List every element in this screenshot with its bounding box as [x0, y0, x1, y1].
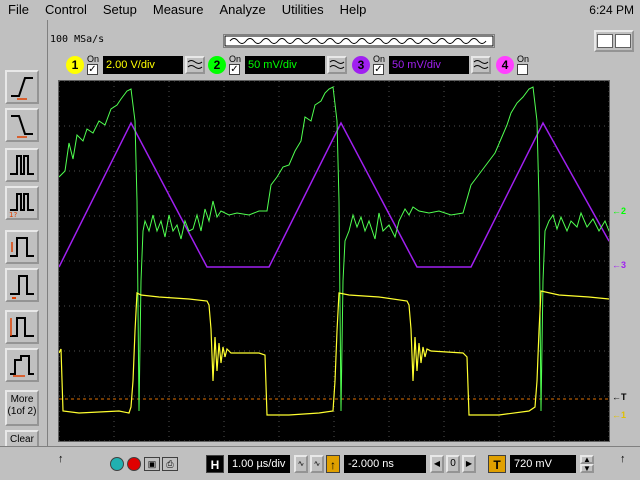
camera-icon[interactable]: ▣ — [144, 457, 160, 471]
delay-zero-button[interactable]: 0 — [446, 455, 460, 473]
trigger-panel: 1? More (1of 2) Clear All — [0, 20, 48, 466]
channel-3-on-label: On — [373, 54, 386, 64]
delay-value[interactable]: -2.000 ns — [344, 455, 426, 473]
trigger-up-icon[interactable]: ▲ — [580, 455, 594, 464]
setup-hold-icon[interactable] — [5, 310, 39, 344]
delay-reference-icon[interactable]: ↑ — [326, 455, 340, 473]
menu-control[interactable]: Control — [37, 0, 95, 20]
stop-icon — [615, 34, 631, 48]
trigger-label[interactable]: T — [488, 455, 506, 473]
more-button[interactable]: More (1of 2) — [5, 390, 39, 426]
channel-3-on-group: On ✓ — [373, 55, 387, 75]
channel-1-badge[interactable]: 1 — [66, 56, 84, 74]
trigger-level-marker[interactable]: ←T — [612, 392, 627, 402]
channel-2-marker[interactable]: ←2 — [612, 206, 626, 216]
channel-1-on-checkbox[interactable]: ✓ — [87, 64, 98, 75]
channel-3-scale[interactable]: 50 mV/div — [389, 56, 469, 74]
horizontal-label[interactable]: H — [206, 455, 224, 473]
pattern-trigger-icon[interactable]: 1? — [5, 186, 39, 220]
channel-3-trace — [59, 121, 609, 268]
channel-2-control: 2 On ✓ 50 mV/div — [208, 54, 347, 76]
falling-edge-icon[interactable] — [5, 108, 39, 142]
run-stop-button[interactable] — [594, 30, 634, 52]
menu-analyze[interactable]: Analyze — [211, 0, 273, 20]
scroll-up-icon[interactable]: ↑ — [58, 453, 64, 465]
glitch-trigger-icon[interactable] — [5, 148, 39, 182]
delay-right-icon[interactable]: ▶ — [462, 455, 476, 473]
channel-3-control: 3 On ✓ 50 mV/div — [352, 54, 491, 76]
clock: 6:24 PM — [589, 3, 634, 17]
timebase-coarse-icon[interactable]: ∿ — [310, 455, 324, 473]
run-indicator-icon[interactable] — [110, 457, 124, 471]
channel-3-badge[interactable]: 3 — [352, 56, 370, 74]
timeout-trigger-icon[interactable] — [5, 348, 39, 382]
channel-2-coupling-button[interactable] — [327, 56, 347, 74]
more-label-line1: More — [10, 394, 34, 405]
svg-text:1?: 1? — [9, 211, 17, 218]
toolbar: 100 MSa/s 1 On ✓ 2.00 V/div 2 On ✓ 50 mV… — [48, 30, 640, 80]
menu-measure[interactable]: Measure — [145, 0, 212, 20]
more-label-line2: (1of 2) — [7, 406, 37, 417]
menu-utilities[interactable]: Utilities — [274, 0, 332, 20]
menu-help[interactable]: Help — [332, 0, 375, 20]
channel-3-on-checkbox[interactable]: ✓ — [373, 64, 384, 75]
channel-2-badge[interactable]: 2 — [208, 56, 226, 74]
channel-4-on-group: On — [517, 55, 531, 75]
menu-setup[interactable]: Setup — [95, 0, 145, 20]
channel-1-scale[interactable]: 2.00 V/div — [103, 56, 183, 74]
rising-edge-icon[interactable] — [5, 70, 39, 104]
channel-1-control: 1 On ✓ 2.00 V/div — [66, 54, 205, 76]
channel-1-on-label: On — [87, 54, 100, 64]
trigger-down-icon[interactable]: ▼ — [580, 464, 594, 473]
run-icon — [597, 34, 613, 48]
channel-1-trace — [59, 290, 609, 416]
trigger-level-value[interactable]: 720 mV — [510, 455, 576, 473]
trace-markers: ←2 ←3 ←T ←1 — [610, 80, 640, 442]
menu-bar: File Control Setup Measure Analyze Utili… — [0, 0, 640, 20]
menu-file[interactable]: File — [0, 0, 37, 20]
channel-1-coupling-button[interactable] — [185, 56, 205, 74]
print-icon[interactable]: ⎙ — [162, 457, 178, 471]
channel-4-control: 4 On — [496, 54, 531, 76]
stop-indicator-icon[interactable] — [127, 457, 141, 471]
channel-4-on-checkbox[interactable] — [517, 64, 528, 75]
state-trigger-icon[interactable] — [5, 268, 39, 302]
channel-1-marker[interactable]: ←1 — [612, 410, 626, 420]
timebase-fine-icon[interactable]: ∿ — [294, 455, 308, 473]
scroll-up-right-icon[interactable]: ↑ — [620, 453, 626, 465]
channel-3-coupling-button[interactable] — [471, 56, 491, 74]
channel-2-on-checkbox[interactable]: ✓ — [229, 64, 240, 75]
channel-3-marker[interactable]: ←3 — [612, 260, 626, 270]
waveform-overview[interactable] — [223, 34, 495, 48]
channel-4-on-label: On — [517, 54, 530, 64]
channel-2-on-group: On ✓ — [229, 55, 243, 75]
channel-2-scale[interactable]: 50 mV/div — [245, 56, 325, 74]
sample-rate: 100 MSa/s — [50, 34, 105, 45]
timebase-value[interactable]: 1.00 µs/div — [228, 455, 290, 473]
channel-4-badge[interactable]: 4 — [496, 56, 514, 74]
horizontal-controls: ↑ ▣ ⎙ H 1.00 µs/div ∿ ∿ ↑ -2.000 ns ◀ 0 … — [0, 446, 640, 480]
waveform-display[interactable] — [58, 80, 610, 442]
pulse-width-icon[interactable] — [5, 230, 39, 264]
delay-left-icon[interactable]: ◀ — [430, 455, 444, 473]
channel-1-on-group: On ✓ — [87, 55, 101, 75]
clear-label-line1: Clear — [10, 434, 34, 445]
channel-2-on-label: On — [229, 54, 242, 64]
